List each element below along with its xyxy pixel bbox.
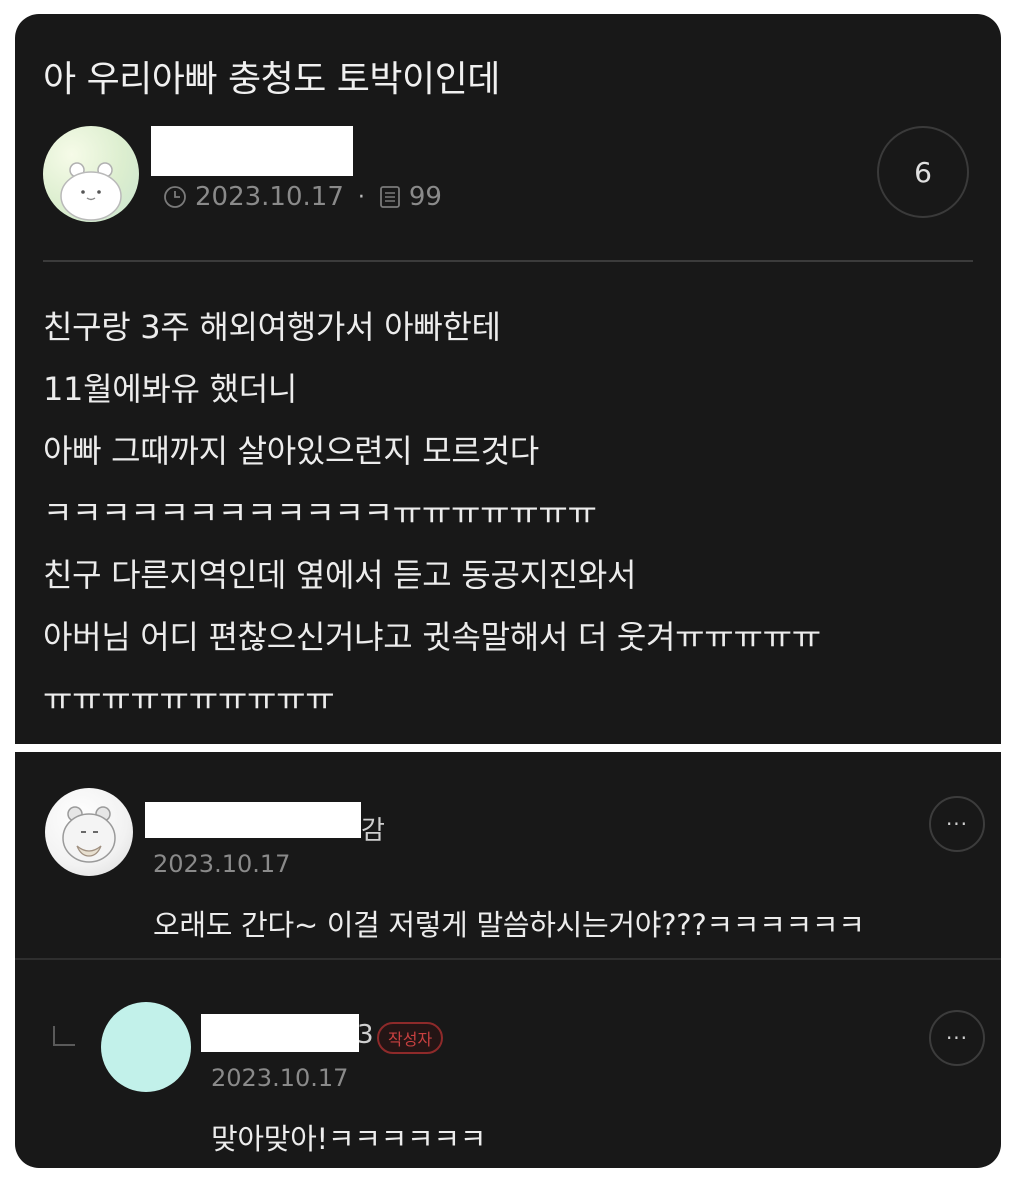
post-section: 아 우리아빠 충청도 토박이인데 2023.10.17 · 99 6 친구랑 3… bbox=[15, 14, 1001, 744]
post-views: 99 bbox=[408, 182, 442, 212]
comment-count: 6 bbox=[914, 155, 932, 189]
more-icon: ··· bbox=[945, 1026, 969, 1050]
more-options-button[interactable]: ··· bbox=[929, 796, 985, 852]
reply-text: 맞아맞아!ㅋㅋㅋㅋㅋㅋ bbox=[211, 1122, 487, 1156]
post-body-line: ㅋㅋㅋㅋㅋㅋㅋㅋㅋㅋㅋㅋㅠㅠㅠㅠㅠㅠㅠ bbox=[43, 494, 597, 532]
comment-item: 감 2023.10.17 오래도 간다~ 이걸 저렇게 말씀하시는거야???ㅋㅋ… bbox=[15, 752, 1001, 958]
commenter-name-tail: 감 bbox=[361, 816, 385, 846]
post-body-line: 아버님 어디 편찮으신거냐고 귓속말해서 더 웃겨ㅠㅠㅠㅠㅠ bbox=[43, 618, 821, 656]
post-card: 아 우리아빠 충청도 토박이인데 2023.10.17 · 99 6 친구랑 3… bbox=[15, 14, 1001, 1168]
post-meta: 2023.10.17 · 99 bbox=[163, 182, 442, 212]
post-body-line: ㅠㅠㅠㅠㅠㅠㅠㅠㅠㅠ bbox=[43, 680, 335, 718]
reply-arrow-icon bbox=[53, 1026, 75, 1046]
clock-icon bbox=[164, 186, 186, 208]
commenter-name-redacted bbox=[145, 802, 361, 838]
comment-text: 오래도 간다~ 이걸 저렇게 말씀하시는거야???ㅋㅋㅋㅋㅋㅋ bbox=[153, 908, 865, 942]
section-separator bbox=[15, 744, 1001, 752]
comment-date: 2023.10.17 bbox=[153, 850, 291, 878]
reply-date: 2023.10.17 bbox=[211, 1064, 349, 1092]
more-options-button[interactable]: ··· bbox=[929, 1010, 985, 1066]
replier-avatar[interactable] bbox=[101, 1002, 191, 1092]
commenter-avatar[interactable] bbox=[45, 788, 133, 876]
hamster-avatar-icon bbox=[62, 806, 116, 863]
replier-name-tail: 3 bbox=[357, 1020, 374, 1050]
post-body-line: 아빠 그때까지 살아있으련지 모르것다 bbox=[43, 432, 539, 470]
comment-count-button[interactable]: 6 bbox=[877, 126, 969, 218]
author-name-redacted bbox=[151, 126, 353, 176]
replier-name-redacted bbox=[201, 1014, 359, 1052]
post-body-line: 11월에봐유 했더니 bbox=[43, 370, 297, 408]
post-body-line: 친구랑 3주 해외여행가서 아빠한테 bbox=[43, 308, 501, 346]
hamster-avatar-icon bbox=[60, 162, 122, 221]
meta-separator: · bbox=[357, 184, 365, 210]
author-badge: 작성자 bbox=[377, 1022, 444, 1054]
post-body-line: 친구 다른지역인데 옆에서 듣고 동공지진와서 bbox=[43, 556, 637, 594]
post-title: 아 우리아빠 충청도 토박이인데 bbox=[43, 59, 500, 100]
reply-item: 3 작성자 2023.10.17 맞아맞아!ㅋㅋㅋㅋㅋㅋ ··· bbox=[15, 958, 1001, 1168]
post-body: 친구랑 3주 해외여행가서 아빠한테 11월에봐유 했더니 아빠 그때까지 살아… bbox=[43, 296, 983, 730]
post-date: 2023.10.17 bbox=[195, 182, 344, 212]
divider bbox=[43, 260, 973, 262]
author-avatar[interactable] bbox=[43, 126, 139, 222]
document-icon bbox=[379, 186, 400, 208]
more-icon: ··· bbox=[945, 812, 969, 836]
